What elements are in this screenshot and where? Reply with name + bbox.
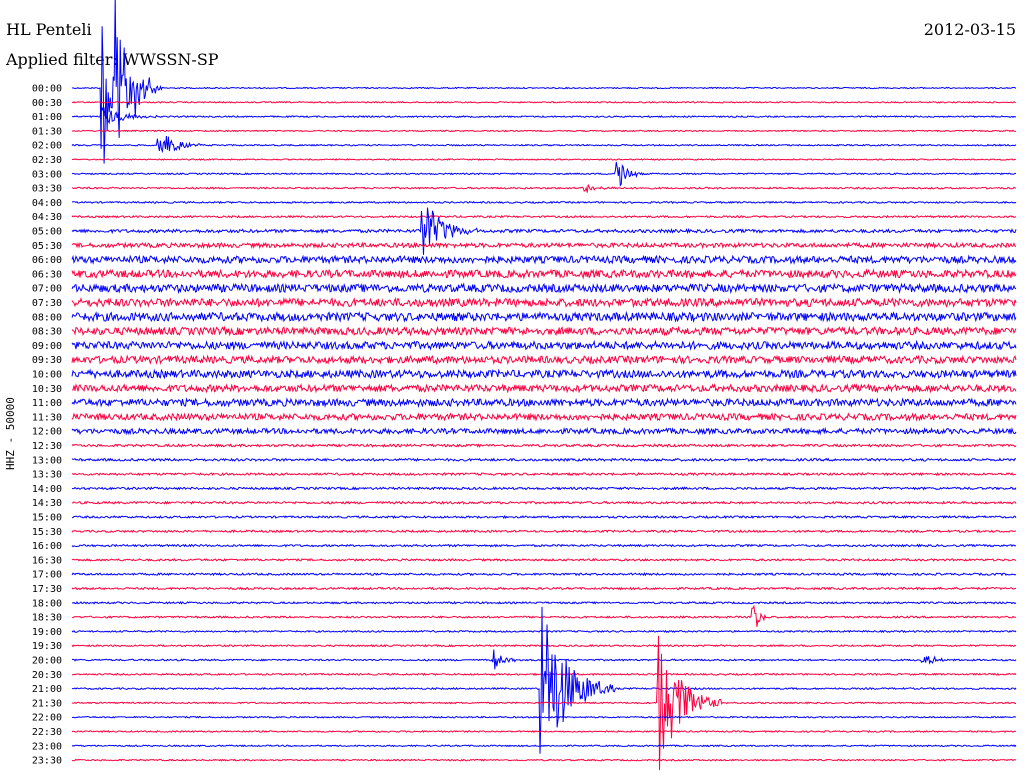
row-time-label: 11:30: [32, 412, 62, 423]
row-time-label: 08:00: [32, 312, 62, 323]
trace-line: [72, 486, 1017, 491]
row-time-label: 01:00: [32, 112, 62, 123]
row-time-label: 08:30: [32, 327, 62, 338]
trace-line: [71, 457, 1017, 463]
row-time-label: 07:30: [32, 298, 62, 309]
trace-line: [71, 557, 1017, 562]
trace-line: [72, 514, 1017, 520]
row-time-label: 13:00: [32, 455, 62, 466]
row-time-label: 23:30: [32, 756, 62, 767]
trace-line: [71, 529, 1017, 534]
row-time-label: 00:00: [32, 84, 62, 95]
row-time-label: 02:00: [32, 141, 62, 152]
trace-line: [72, 382, 1017, 394]
trace-line: [71, 105, 1017, 125]
trace-line: [71, 268, 1017, 280]
trace-line: [71, 411, 1017, 423]
row-time-label: 16:00: [32, 541, 62, 552]
row-time-label: 10:00: [32, 370, 62, 381]
trace-line: [71, 586, 1017, 591]
trace-line: [71, 729, 1017, 734]
row-time-label: 12:30: [32, 441, 62, 452]
row-time-label: 22:30: [32, 727, 62, 738]
trace-line: [71, 715, 1017, 719]
trace-line: [71, 758, 1017, 762]
trace-line: [71, 100, 1016, 104]
row-time-label: 23:00: [32, 741, 62, 752]
row-time-label: 06:30: [32, 269, 62, 280]
row-time-label: 01:30: [32, 126, 62, 137]
row-time-label: 18:00: [32, 598, 62, 609]
trace-line: [71, 207, 1017, 255]
row-time-label: 20:30: [32, 670, 62, 681]
row-time-label: 21:30: [32, 698, 62, 709]
trace-line: [71, 325, 1017, 337]
row-time-label: 19:00: [32, 627, 62, 638]
row-time-label: 09:30: [32, 355, 62, 366]
trace-line: [71, 354, 1017, 366]
row-time-label: 06:00: [32, 255, 62, 266]
trace-line: [71, 744, 1017, 748]
trace-line: [71, 543, 1017, 548]
row-time-label: 18:30: [32, 613, 62, 624]
trace-line: [71, 310, 1017, 323]
trace-line: [71, 472, 1017, 477]
row-time-label: 19:30: [32, 641, 62, 652]
row-time-label: 03:00: [32, 169, 62, 180]
row-time-label: 09:00: [32, 341, 62, 352]
row-time-label: 17:00: [32, 570, 62, 581]
trace-line: [72, 158, 1017, 161]
row-time-label: 04:00: [32, 198, 62, 209]
trace-line: [71, 426, 1017, 436]
trace-line: [71, 339, 1017, 351]
row-time-label: 11:00: [32, 398, 62, 409]
trace-line: [71, 241, 1017, 250]
row-time-label: 21:00: [32, 684, 62, 695]
seismogram-plot: 00:00 00:30 01:00 01:30 02:00 02:30 03:00 03:30…: [32, 0, 1017, 771]
trace-line: [72, 604, 1017, 627]
trace-line: [72, 600, 1017, 605]
trace-line: [71, 629, 1017, 634]
row-time-label: 20:00: [32, 656, 62, 667]
row-time-label: 15:00: [32, 513, 62, 524]
row-time-label: 22:00: [32, 713, 62, 724]
row-time-label: 00:30: [32, 98, 62, 109]
row-time-label: 16:30: [32, 555, 62, 566]
row-time-label: 12:00: [32, 427, 62, 438]
trace-line: [71, 200, 1017, 205]
row-time-label: 14:30: [32, 498, 62, 509]
trace-line: [71, 572, 1017, 577]
row-time-label: 05:30: [32, 241, 62, 252]
trace-line: [71, 397, 1017, 409]
trace-line: [71, 644, 1017, 648]
trace-line: [72, 635, 1016, 771]
trace-line: [71, 282, 1017, 295]
row-time-label: 05:00: [32, 227, 62, 238]
row-time-label: 14:00: [32, 484, 62, 495]
trace-line: [71, 129, 1017, 133]
row-time-label: 13:30: [32, 470, 62, 481]
trace-line: [71, 649, 1017, 670]
row-time-label: 07:00: [32, 284, 62, 295]
row-time-label: 17:30: [32, 584, 62, 595]
trace-line: [71, 254, 1017, 265]
row-time-label: 03:30: [32, 184, 62, 195]
trace-line: [71, 184, 1017, 193]
row-time-label: 04:30: [32, 212, 62, 223]
trace-line: [71, 500, 1017, 505]
row-time-label: 15:30: [32, 527, 62, 538]
trace-line: [71, 368, 1017, 380]
trace-line: [71, 214, 1017, 219]
row-time-label: 02:30: [32, 155, 62, 166]
trace-line: [71, 0, 1017, 164]
trace-line: [71, 161, 1017, 187]
trace-line: [71, 296, 1017, 309]
trace-line: [71, 135, 1017, 154]
row-time-label: 10:30: [32, 384, 62, 395]
trace-line: [71, 443, 1017, 448]
